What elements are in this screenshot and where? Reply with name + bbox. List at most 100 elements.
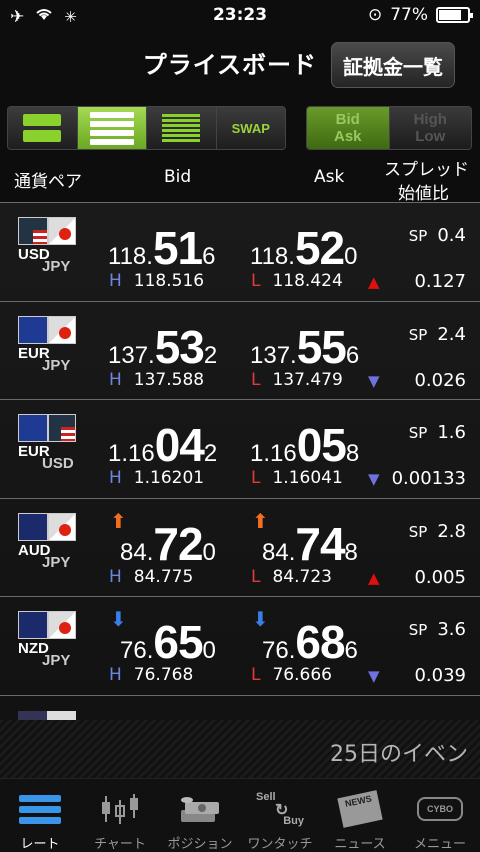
column-headers: 通貨ペア Bid Ask スプレッド 始値比 bbox=[0, 155, 480, 204]
high-price: H 118.516 bbox=[109, 271, 205, 291]
col-ratio: 始値比 bbox=[398, 184, 449, 204]
quote-currency: JPY bbox=[42, 258, 71, 275]
bid-price[interactable]: 84. 72 0 bbox=[120, 517, 216, 571]
open-ratio-value: 0.00133 bbox=[391, 468, 466, 489]
price-mode-toggle: Bid Ask High Low bbox=[306, 106, 472, 150]
spread-value: SP 0.4 bbox=[408, 225, 466, 246]
low-price: L 118.424 bbox=[251, 271, 343, 291]
high-price: H 1.16201 bbox=[109, 468, 205, 488]
spread-value: SP 1.6 bbox=[408, 422, 466, 443]
tab-menu[interactable]: CYBO メニュー bbox=[400, 779, 480, 852]
usd-flag-icon bbox=[48, 414, 76, 442]
swap-label: SWAP bbox=[231, 120, 270, 136]
rate-row[interactable]: AUD JPY ⬆ 84. 72 0 ⬆ 84. 74 8 H 84.775 L 84.72… bbox=[0, 497, 480, 597]
ask-price[interactable]: 76. 68 6 bbox=[262, 615, 358, 669]
ask-price[interactable]: 137. 55 6 bbox=[250, 320, 359, 374]
news-ticker[interactable]: 25日のイベン bbox=[0, 720, 480, 778]
spread-value: SP 2.8 bbox=[408, 520, 466, 542]
col-spread: スプレッド bbox=[384, 160, 469, 180]
open-ratio-value: 0.127 bbox=[414, 271, 466, 292]
rate-row[interactable]: USD JPY 118. 51 6 118. 52 0 H 118.516 L 118.42… bbox=[0, 202, 480, 301]
change-up-icon: ▲ bbox=[368, 568, 380, 587]
currency-pair-flag: USD JPY bbox=[18, 217, 76, 275]
quote-currency: JPY bbox=[42, 652, 71, 669]
bid-price[interactable]: 118. 51 6 bbox=[108, 221, 215, 275]
tab-label: チャート bbox=[94, 837, 146, 852]
tab-news[interactable]: NEWS ニュース bbox=[320, 779, 400, 852]
bid-price[interactable]: 76. 65 0 bbox=[120, 615, 216, 669]
currency-pair-flag: AUD JPY bbox=[18, 512, 76, 571]
change-up-icon: ▲ bbox=[368, 273, 380, 291]
bid-price[interactable]: 137. 53 2 bbox=[108, 320, 217, 374]
small-rows-icon bbox=[162, 114, 201, 142]
tab-label: ワンタッチ bbox=[247, 837, 313, 852]
view-large-button[interactable] bbox=[8, 107, 78, 149]
tab-chart[interactable]: チャート bbox=[80, 779, 160, 852]
rate-row[interactable]: EUR JPY 137. 53 2 137. 55 6 H 137.588 L 137.47… bbox=[0, 300, 480, 400]
medium-rows-icon bbox=[89, 111, 134, 145]
sell-buy-icon: Sell ↻ Buy bbox=[256, 791, 304, 827]
money-stack-icon bbox=[177, 791, 223, 827]
jpy-flag-icon bbox=[48, 611, 76, 639]
candlestick-icon bbox=[98, 791, 142, 827]
col-bid: Bid bbox=[164, 167, 192, 187]
battery-icon bbox=[436, 7, 473, 23]
jpy-flag-icon bbox=[48, 315, 76, 344]
open-ratio-value: 0.039 bbox=[414, 665, 466, 686]
view-toggle-group: SWAP bbox=[7, 106, 286, 150]
ask-price[interactable]: 1.16 05 8 bbox=[250, 418, 359, 472]
spread-value: SP 2.4 bbox=[408, 323, 466, 345]
tab-position[interactable]: ポジション bbox=[160, 779, 240, 852]
margin-list-button[interactable]: 証拠金一覧 bbox=[331, 42, 455, 88]
swap-button[interactable]: SWAP bbox=[216, 107, 285, 149]
high-price: H 84.775 bbox=[109, 566, 194, 587]
change-down-icon: ▼ bbox=[368, 470, 380, 488]
tab-label: ポジション bbox=[167, 837, 233, 852]
low-price: L 76.666 bbox=[251, 665, 332, 685]
rhino-menu-icon: CYBO bbox=[417, 791, 463, 827]
large-rows-icon bbox=[23, 114, 62, 142]
ask-price[interactable]: 118. 52 0 bbox=[250, 221, 357, 275]
rate-list-icon bbox=[19, 794, 61, 824]
battery-percent: 77% bbox=[390, 5, 428, 25]
view-medium-button[interactable] bbox=[77, 107, 147, 149]
page-title: プライスボード bbox=[142, 51, 317, 79]
tab-label: レート bbox=[20, 837, 60, 852]
usd-flag-icon bbox=[18, 217, 48, 245]
newspaper-icon: NEWS bbox=[337, 790, 383, 828]
view-small-button[interactable] bbox=[147, 107, 217, 149]
rate-row[interactable]: EUR USD 1.16 04 2 1.16 05 8 H 1.16201 L 1.1604… bbox=[0, 399, 480, 498]
jpy-flag-icon bbox=[48, 217, 76, 245]
low-price: L 137.479 bbox=[251, 369, 343, 390]
partial-row bbox=[0, 694, 480, 720]
header: プライスボード 証拠金一覧 bbox=[0, 32, 480, 96]
col-ask: Ask bbox=[314, 167, 345, 187]
tab-label: ニュース bbox=[334, 837, 386, 852]
jpy-flag-icon bbox=[48, 512, 76, 541]
rotation-lock-icon: ⊙ bbox=[367, 5, 383, 25]
quote-currency: USD bbox=[42, 455, 74, 472]
quote-currency: JPY bbox=[42, 356, 71, 374]
bid-ask-button[interactable]: Bid Ask bbox=[307, 107, 389, 149]
ask-price[interactable]: 84. 74 8 bbox=[262, 517, 358, 571]
spread-value: SP 3.6 bbox=[408, 619, 466, 640]
col-pair: 通貨ペア bbox=[14, 172, 82, 192]
currency-pair-flag: NZD JPY bbox=[18, 611, 76, 669]
tab-onetouch[interactable]: Sell ↻ Buy ワンタッチ bbox=[240, 779, 320, 852]
status-bar: ✈ ✳ 23:23 ⊙ 77% bbox=[0, 0, 480, 32]
currency-pair-flag: EUR JPY bbox=[18, 315, 76, 374]
rate-row[interactable]: NZD JPY ⬇ 76. 65 0 ⬇ 76. 68 6 H 76.768 L 76.66… bbox=[0, 596, 480, 695]
bid-price[interactable]: 1.16 04 2 bbox=[108, 418, 217, 472]
tab-label: メニュー bbox=[413, 837, 466, 852]
tab-bar: レート チャート ポジション Sell ↻ Buy ワンタッチ NEWS ニュー… bbox=[0, 778, 480, 852]
low-price: L 1.16041 bbox=[251, 468, 343, 488]
high-low-button[interactable]: High Low bbox=[388, 107, 471, 149]
ticker-text: 25日のイベン bbox=[330, 742, 468, 767]
tab-rate[interactable]: レート bbox=[0, 779, 80, 852]
eur-flag-icon bbox=[18, 315, 48, 344]
eur-flag-icon bbox=[18, 414, 48, 442]
quote-currency: JPY bbox=[42, 553, 71, 571]
open-ratio-value: 0.026 bbox=[414, 369, 466, 391]
aud-flag-icon bbox=[18, 512, 48, 541]
open-ratio-value: 0.005 bbox=[414, 566, 466, 588]
